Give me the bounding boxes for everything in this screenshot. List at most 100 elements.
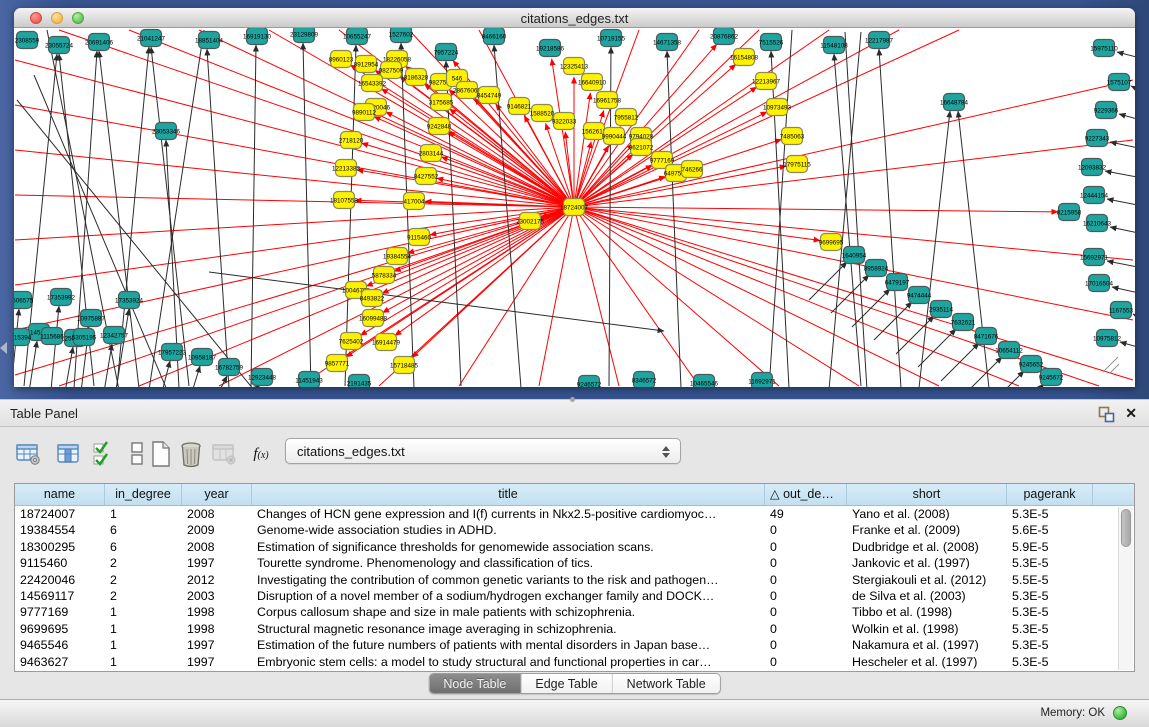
network-edge[interactable] — [1131, 86, 1135, 94]
network-node[interactable]: 9474444 — [907, 287, 932, 304]
network-node[interactable]: 14671358 — [653, 34, 682, 51]
network-node[interactable]: 16961758 — [593, 92, 622, 109]
network-node[interactable]: 16914479 — [372, 334, 401, 351]
network-node[interactable]: 1167553 — [1109, 302, 1134, 319]
network-node[interactable]: 12923448 — [248, 369, 277, 386]
network-node[interactable]: 9245672 — [1039, 369, 1064, 386]
network-node[interactable]: 9229366 — [1094, 102, 1119, 119]
tab-network-table[interactable]: Network Table — [613, 674, 720, 693]
network-node[interactable]: 6479197 — [885, 274, 910, 291]
network-node[interactable]: 9827509 — [379, 62, 404, 79]
scrollbar-thumb[interactable] — [1121, 509, 1131, 547]
network-edge[interactable] — [574, 207, 1019, 386]
network-node[interactable]: 7632621 — [951, 314, 976, 331]
network-edge[interactable] — [1112, 287, 1135, 295]
network-node[interactable]: 23053346 — [152, 123, 181, 140]
network-node[interactable]: 7955812 — [614, 109, 639, 126]
column-header-3[interactable]: title — [252, 484, 765, 505]
network-edge[interactable] — [574, 207, 820, 241]
network-node[interactable]: 2935114 — [929, 301, 954, 318]
network-edge[interactable] — [209, 272, 664, 331]
table-row[interactable]: 969969511998Structural magnetic resonanc… — [15, 621, 1134, 637]
column-header-5[interactable]: short — [847, 484, 1007, 505]
network-graph[interactable]: 2308559230557242069140621041247188514041… — [14, 28, 1135, 387]
network-edge[interactable] — [303, 43, 311, 387]
network-node[interactable]: 10975887 — [77, 310, 106, 327]
network-node[interactable]: 5878334 — [372, 267, 397, 284]
network-edge[interactable] — [1117, 52, 1135, 60]
network-edge[interactable] — [401, 43, 414, 387]
network-edge[interactable] — [896, 316, 934, 354]
memory-ok-indicator[interactable] — [1113, 706, 1127, 720]
network-edge[interactable] — [986, 371, 1024, 387]
network-node[interactable]: 15692971 — [1080, 249, 1109, 266]
network-node[interactable]: 9146821 — [507, 98, 532, 115]
network-edge[interactable] — [552, 59, 574, 207]
network-node[interactable]: 3175685 — [429, 94, 454, 111]
network-node[interactable]: 20876862 — [710, 28, 739, 45]
network-node[interactable]: 1640954 — [842, 247, 867, 264]
network-node[interactable]: 8427552 — [414, 168, 439, 185]
network-node[interactable]: 16210643 — [1083, 215, 1112, 232]
network-node[interactable]: 18851404 — [195, 32, 224, 49]
table-row[interactable]: 946362711997Embryonic stem cells: a mode… — [15, 654, 1134, 670]
network-edge[interactable] — [574, 80, 1133, 207]
network-edge[interactable] — [1133, 314, 1135, 322]
network-node[interactable]: 9245652 — [1019, 356, 1044, 373]
column-header-1[interactable]: in_degree — [105, 484, 182, 505]
vertical-scrollbar[interactable] — [1118, 507, 1133, 670]
network-edge[interactable] — [65, 347, 73, 387]
network-edge[interactable] — [874, 302, 912, 340]
network-node[interactable]: 2803144 — [419, 145, 444, 162]
network-edge[interactable] — [879, 49, 901, 387]
network-node[interactable]: 15975110 — [1090, 40, 1118, 57]
network-node[interactable]: 9990444 — [602, 128, 627, 145]
network-edge[interactable] — [14, 309, 19, 387]
network-node[interactable]: 16154808 — [730, 49, 759, 66]
select-rows-icon[interactable] — [90, 437, 120, 471]
network-node[interactable]: 8466160 — [482, 28, 507, 45]
network-canvas[interactable]: 2308559230557242069140621041247188514041… — [14, 28, 1135, 387]
network-node[interactable]: 8454749 — [477, 87, 502, 104]
network-node[interactable]: 18107553 — [330, 192, 359, 209]
network-node[interactable]: 20691406 — [85, 34, 114, 51]
column-header-6[interactable]: pagerank — [1007, 484, 1093, 505]
network-node[interactable]: 12325413 — [560, 58, 589, 75]
network-node[interactable]: 9115460 — [407, 229, 432, 246]
network-edge[interactable] — [15, 60, 574, 207]
network-selector-dropdown[interactable]: citations_edges.txt — [285, 438, 681, 464]
network-node[interactable]: 9315394 — [14, 329, 32, 346]
network-node[interactable]: 2606575 — [14, 292, 34, 309]
table-column-icon[interactable] — [54, 437, 84, 471]
network-node[interactable]: 1575107 — [1107, 74, 1132, 91]
network-edge[interactable] — [1107, 261, 1135, 269]
trash-icon[interactable] — [176, 437, 206, 471]
tab-edge-table[interactable]: Edge Table — [521, 674, 612, 693]
network-node[interactable]: 10973493 — [763, 99, 792, 116]
network-node[interactable]: 10975812 — [1093, 330, 1122, 347]
network-node[interactable]: 2718120 — [339, 132, 364, 149]
network-edge[interactable] — [1119, 114, 1135, 122]
network-edge[interactable] — [15, 195, 574, 207]
network-node[interactable]: 2308559 — [15, 32, 40, 49]
network-node[interactable]: 10465546 — [690, 375, 719, 388]
network-edge[interactable] — [116, 309, 129, 387]
network-node[interactable]: 9699695 — [819, 234, 844, 251]
network-node[interactable]: 9246572 — [577, 376, 602, 388]
network-node[interactable]: 11548108 — [820, 37, 848, 54]
network-node[interactable]: 12444154 — [1080, 187, 1109, 204]
table-header-row[interactable]: namein_degreeyeartitle△ out_de…shortpage… — [15, 484, 1134, 506]
network-edge[interactable] — [51, 306, 59, 387]
network-edge[interactable] — [104, 344, 112, 387]
network-edge[interactable] — [667, 51, 681, 387]
network-edge[interactable] — [1006, 384, 1044, 387]
network-node[interactable]: 9242848 — [427, 118, 452, 135]
network-node[interactable]: 8958924 — [864, 260, 889, 277]
network-node[interactable]: 1115686 — [40, 328, 64, 345]
network-edge[interactable] — [1107, 199, 1135, 207]
network-node[interactable]: 7515526 — [759, 34, 784, 51]
network-node[interactable]: 17353992 — [47, 289, 76, 306]
table-panel-header[interactable]: Table Panel ✕ — [0, 399, 1149, 427]
network-edge[interactable] — [1110, 227, 1135, 235]
network-edge[interactable] — [1120, 342, 1135, 350]
